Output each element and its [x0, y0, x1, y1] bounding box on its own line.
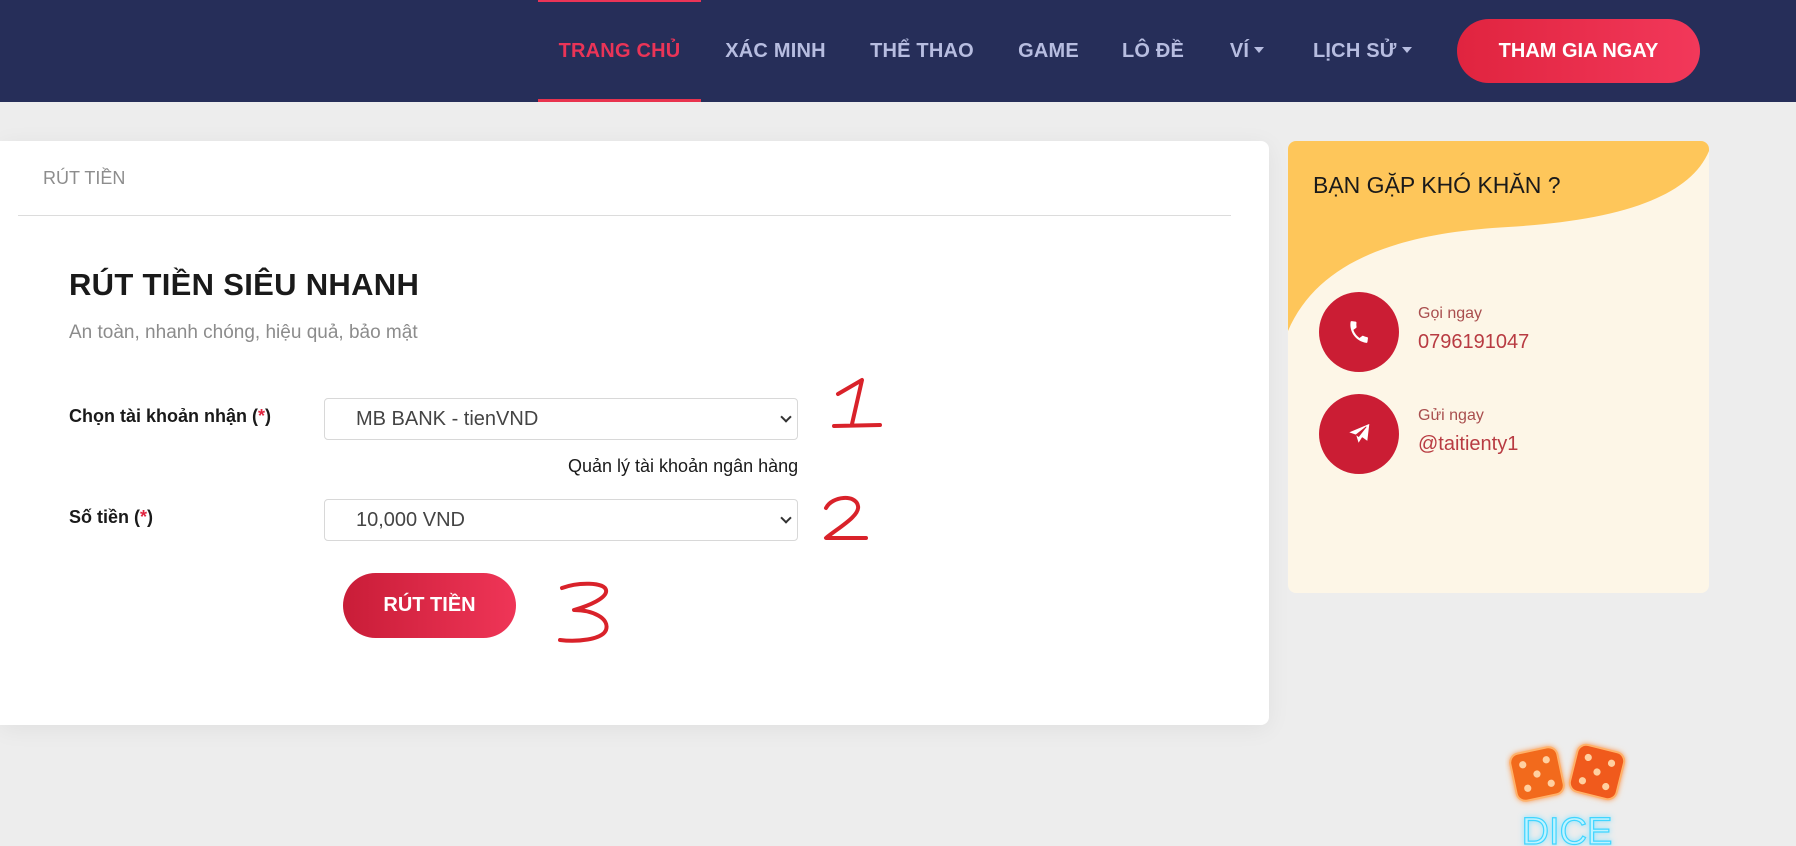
manage-bank-accounts-link[interactable]: Quản lý tài khoản ngân hàng — [568, 456, 798, 477]
chevron-down-icon — [780, 411, 792, 423]
nav-history-label: LỊCH SỬ — [1313, 40, 1397, 62]
nav-sports[interactable]: THỂ THAO — [866, 0, 978, 102]
annotation-2 — [824, 496, 868, 540]
account-select[interactable]: MB BANK - tienVND — [324, 398, 798, 440]
send-label: Gửi ngay — [1418, 407, 1484, 424]
top-navbar: TRANG CHỦ XÁC MINH THỂ THAO GAME LÔ ĐỀ V… — [0, 0, 1796, 102]
join-now-button[interactable]: THAM GIA NGAY — [1457, 19, 1700, 83]
page-title: RÚT TIỀN SIÊU NHANH — [69, 267, 420, 302]
nav-lottery-label: LÔ ĐỀ — [1121, 40, 1185, 62]
required-mark: * — [140, 507, 148, 527]
chevron-down-icon — [780, 512, 792, 524]
phone-icon — [1350, 321, 1368, 343]
support-title: BẠN GẶP KHÓ KHĂN ? — [1313, 172, 1561, 198]
nav-game[interactable]: GAME — [1010, 0, 1087, 102]
chevron-down-icon — [1254, 47, 1265, 54]
nav-sports-label: THỂ THAO — [870, 40, 974, 62]
dice-logo-text: DICE — [1522, 811, 1613, 846]
call-label: Gọi ngay — [1418, 305, 1483, 322]
dice-logo: DICE — [1509, 743, 1626, 846]
phone-number[interactable]: 0796191047 — [1418, 331, 1529, 354]
required-mark: * — [258, 406, 266, 426]
amount-select-value: 10,000 VND — [356, 509, 465, 531]
nav-wallet-label: VÍ — [1229, 40, 1250, 62]
account-field-label: Chọn tài khoản nhận (*) — [69, 406, 272, 426]
amount-label-text: Số tiền — [69, 507, 130, 527]
telegram-icon — [1347, 422, 1371, 445]
support-card: BẠN GẶP KHÓ KHĂN ? Gọi ngay 0796191047 G… — [1288, 141, 1709, 593]
page-subtitle: An toàn, nhanh chóng, hiệu quả, bảo mật — [69, 322, 418, 343]
nav-game-label: GAME — [1018, 40, 1079, 62]
amount-field-label: Số tiền (*) — [69, 507, 154, 527]
account-label-text: Chọn tài khoản nhận — [69, 406, 247, 426]
nav-wallet-dropdown[interactable]: VÍ — [1222, 0, 1272, 102]
nav-history-dropdown[interactable]: LỊCH SỬ — [1313, 0, 1412, 102]
nav-verify[interactable]: XÁC MINH — [718, 0, 833, 102]
nav-verify-label: XÁC MINH — [725, 40, 826, 62]
nav-lottery[interactable]: LÔ ĐỀ — [1118, 0, 1188, 102]
chevron-down-icon — [1401, 47, 1412, 54]
telegram-handle[interactable]: @taitienty1 — [1418, 433, 1518, 456]
divider — [18, 215, 1231, 216]
card-header: RÚT TIỀN — [43, 168, 126, 188]
call-button[interactable] — [1319, 292, 1399, 372]
annotation-1 — [832, 378, 882, 428]
telegram-button[interactable] — [1319, 394, 1399, 474]
withdraw-button[interactable]: RÚT TIỀN — [343, 573, 516, 638]
nav-home[interactable]: TRANG CHỦ — [538, 0, 701, 102]
nav-home-label: TRANG CHỦ — [558, 40, 681, 62]
account-select-value: MB BANK - tienVND — [356, 408, 539, 430]
withdraw-card: RÚT TIỀN RÚT TIỀN SIÊU NHANH An toàn, nh… — [0, 141, 1269, 725]
annotation-3 — [558, 581, 609, 643]
amount-select[interactable]: 10,000 VND — [324, 499, 798, 541]
